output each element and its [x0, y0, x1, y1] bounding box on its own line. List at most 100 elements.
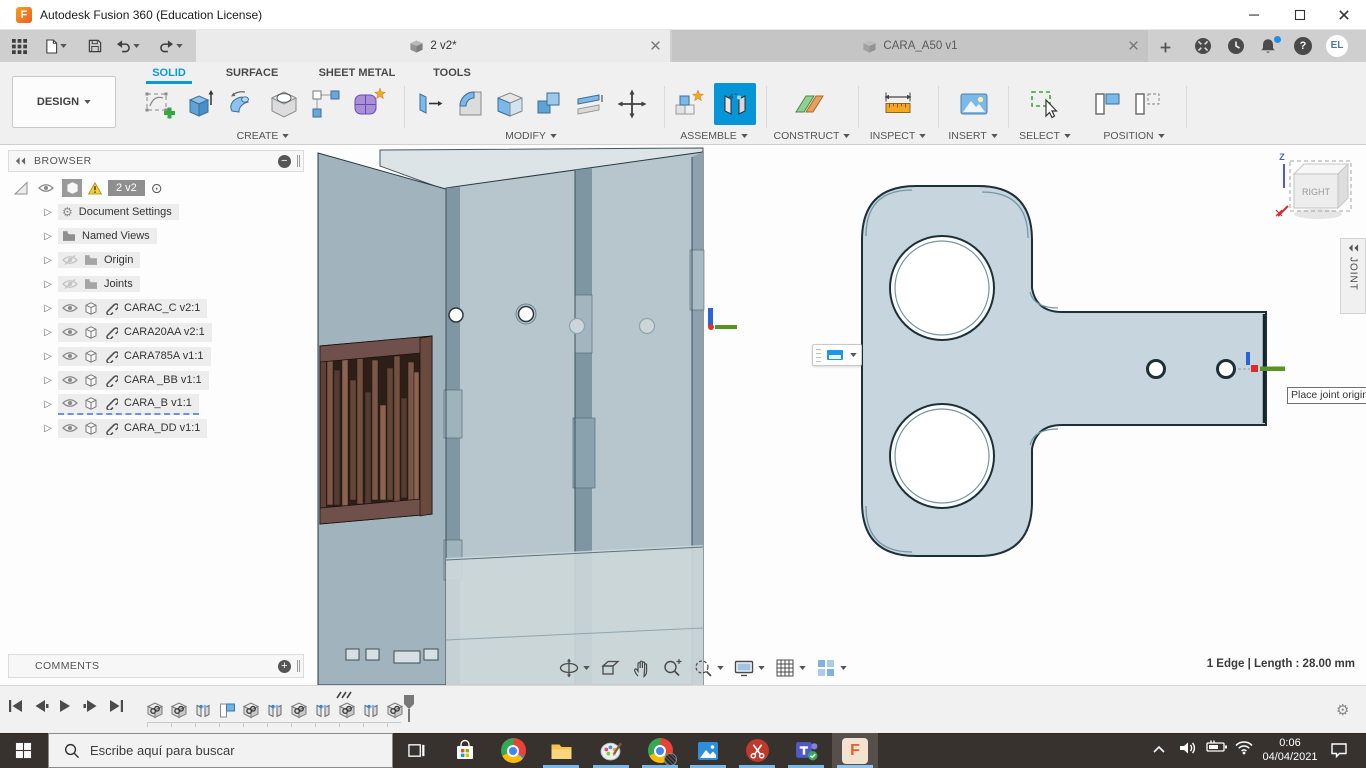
taskbar-app-photos[interactable] — [685, 733, 731, 768]
browser-row-component[interactable]: ▷ CARA785A v1:1 — [8, 344, 304, 368]
save-button[interactable] — [84, 36, 106, 56]
create-sketch-button[interactable] — [140, 86, 176, 122]
joint-snap-mini-toolbar[interactable] — [812, 344, 862, 366]
view-cube[interactable]: RIGHT Z — [1268, 148, 1366, 232]
ribbon-tab-solid[interactable]: SOLID — [146, 67, 192, 79]
root-document-label[interactable]: 2 v2 — [108, 180, 145, 196]
viewport-canvas[interactable]: RIGHT Z JOINT Place joint origin 1 Edge … — [0, 145, 1366, 685]
visibility-off-icon[interactable] — [62, 279, 78, 289]
move-button[interactable] — [614, 86, 650, 122]
combine-button[interactable] — [532, 86, 568, 122]
browser-remove-icon[interactable]: − — [278, 154, 291, 168]
taskbar-search-box[interactable] — [48, 733, 393, 768]
browser-row-origin[interactable]: ▷ Origin — [8, 248, 304, 272]
view-cube-face-label[interactable]: RIGHT — [1302, 187, 1331, 197]
panel-resize-handle[interactable] — [297, 155, 300, 167]
joint-tool-button-active[interactable] — [714, 83, 756, 125]
timeline-feature-link[interactable] — [385, 700, 405, 720]
expand-panel-icon[interactable] — [1348, 244, 1359, 252]
grid-caret-icon[interactable] — [799, 666, 806, 670]
browser-row-component[interactable]: ▷ CARA _BB v1:1 — [8, 368, 304, 392]
timeline-feature-joint[interactable] — [313, 700, 333, 720]
snap-mode-caret-icon[interactable] — [850, 353, 857, 357]
taskbar-app-snip[interactable] — [734, 733, 780, 768]
task-view-button[interactable] — [393, 733, 439, 768]
taskbar-app-chrome-profile[interactable] — [637, 733, 683, 768]
capture-position-button[interactable] — [1090, 86, 1126, 122]
row-chip[interactable]: CARA_B v1:1 — [58, 393, 199, 415]
job-status-icon[interactable] — [1227, 37, 1245, 55]
workspace-selector[interactable]: DESIGN — [12, 76, 116, 128]
timeline-go-to-end-button[interactable] — [108, 699, 130, 719]
expand-arrow-icon[interactable]: ▷ — [42, 231, 54, 242]
timeline-step-back-button[interactable] — [33, 699, 55, 719]
timeline-feature-joint[interactable] — [193, 700, 213, 720]
expand-arrow-icon[interactable]: ▷ — [42, 327, 54, 338]
group-create[interactable]: CREATE — [140, 129, 386, 142]
timeline-play-button[interactable] — [58, 699, 80, 719]
visibility-eye-icon[interactable] — [62, 375, 78, 385]
visibility-eye-icon[interactable] — [62, 398, 78, 408]
pan-icon[interactable] — [630, 657, 652, 679]
component-icon[interactable] — [62, 179, 82, 197]
app-grid-icon[interactable] — [8, 36, 30, 56]
revert-position-button[interactable] — [1130, 86, 1166, 122]
insert-image-button[interactable] — [956, 86, 992, 122]
shell-button[interactable] — [492, 86, 528, 122]
expand-arrow-icon[interactable]: ▷ — [42, 279, 54, 290]
row-chip[interactable]: CARA _BB v1:1 — [58, 370, 209, 390]
action-center-icon[interactable] — [1330, 741, 1352, 757]
expand-arrow-icon[interactable]: ▷ — [42, 375, 54, 386]
timeline-feature-joint[interactable] — [361, 700, 381, 720]
row-chip[interactable]: CARAC_C v2:1 — [58, 298, 208, 318]
viewports-caret-icon[interactable] — [840, 666, 847, 670]
timeline-feature-capture-position[interactable] — [217, 700, 237, 720]
look-at-icon[interactable] — [599, 657, 621, 679]
taskbar-app-teams[interactable] — [783, 733, 829, 768]
row-chip[interactable]: ⚙ Document Settings — [58, 204, 179, 220]
timeline-settings-gear-icon[interactable]: ⚙ — [1336, 701, 1349, 719]
offset-face-button[interactable] — [572, 86, 608, 122]
account-avatar[interactable]: EL — [1326, 35, 1348, 57]
activate-target-icon[interactable]: ⊙ — [151, 181, 163, 195]
timeline-feature-joint[interactable] — [265, 700, 285, 720]
warning-icon[interactable] — [88, 182, 102, 195]
zoom-icon[interactable] — [661, 657, 683, 679]
browser-row-named-views[interactable]: ▷ Named Views — [8, 224, 304, 248]
tab-close-icon[interactable] — [1128, 40, 1140, 52]
expand-arrow-icon[interactable]: ▷ — [42, 399, 54, 410]
row-chip[interactable]: Origin — [58, 252, 141, 268]
new-component-button[interactable] — [670, 86, 706, 122]
expand-arrow-icon[interactable]: ▷ — [42, 423, 54, 434]
drag-handle-icon[interactable] — [816, 348, 821, 362]
extensions-icon[interactable] — [1194, 37, 1212, 55]
browser-row-document-settings[interactable]: ▷ ⚙ Document Settings — [8, 200, 304, 224]
revolve-button[interactable] — [224, 86, 260, 122]
timeline-feature-link[interactable] — [241, 700, 261, 720]
taskbar-app-fusion-360-active[interactable]: F — [832, 733, 878, 768]
expand-arrow-icon[interactable]: ▷ — [42, 303, 54, 314]
row-chip[interactable]: Named Views — [58, 228, 157, 244]
display-settings-icon[interactable] — [733, 657, 755, 679]
fit-caret-icon[interactable] — [717, 666, 724, 670]
tray-volume-icon[interactable] — [1178, 740, 1200, 756]
root-expand-icon[interactable] — [14, 181, 28, 195]
display-caret-icon[interactable] — [758, 666, 765, 670]
fit-icon[interactable] — [692, 657, 714, 679]
timeline-playhead[interactable] — [403, 694, 415, 724]
browser-row-component[interactable]: ▷ CARA20AA v2:1 — [8, 320, 304, 344]
browser-row-component[interactable]: ▷ CARAC_C v2:1 — [8, 296, 304, 320]
tray-clock[interactable]: 0:06 04/04/2021 — [1256, 736, 1324, 765]
timeline-go-to-start-button[interactable] — [8, 699, 30, 719]
browser-row-joints[interactable]: ▷ Joints — [8, 272, 304, 296]
browser-row-component-drop-target[interactable]: ▷ CARA_B v1:1 — [8, 392, 304, 416]
taskbar-app-chrome[interactable] — [490, 733, 536, 768]
fillet-button[interactable] — [452, 86, 488, 122]
redo-caret-icon[interactable] — [174, 36, 184, 56]
timeline-feature-link[interactable] — [145, 700, 165, 720]
timeline-step-forward-button[interactable] — [83, 699, 105, 719]
comments-bar[interactable]: COMMENTS + — [8, 654, 304, 678]
group-insert[interactable]: INSERT — [938, 129, 1008, 142]
joint-dialog-collapsed[interactable]: JOINT — [1340, 238, 1366, 314]
create-form-button[interactable] — [350, 86, 386, 122]
